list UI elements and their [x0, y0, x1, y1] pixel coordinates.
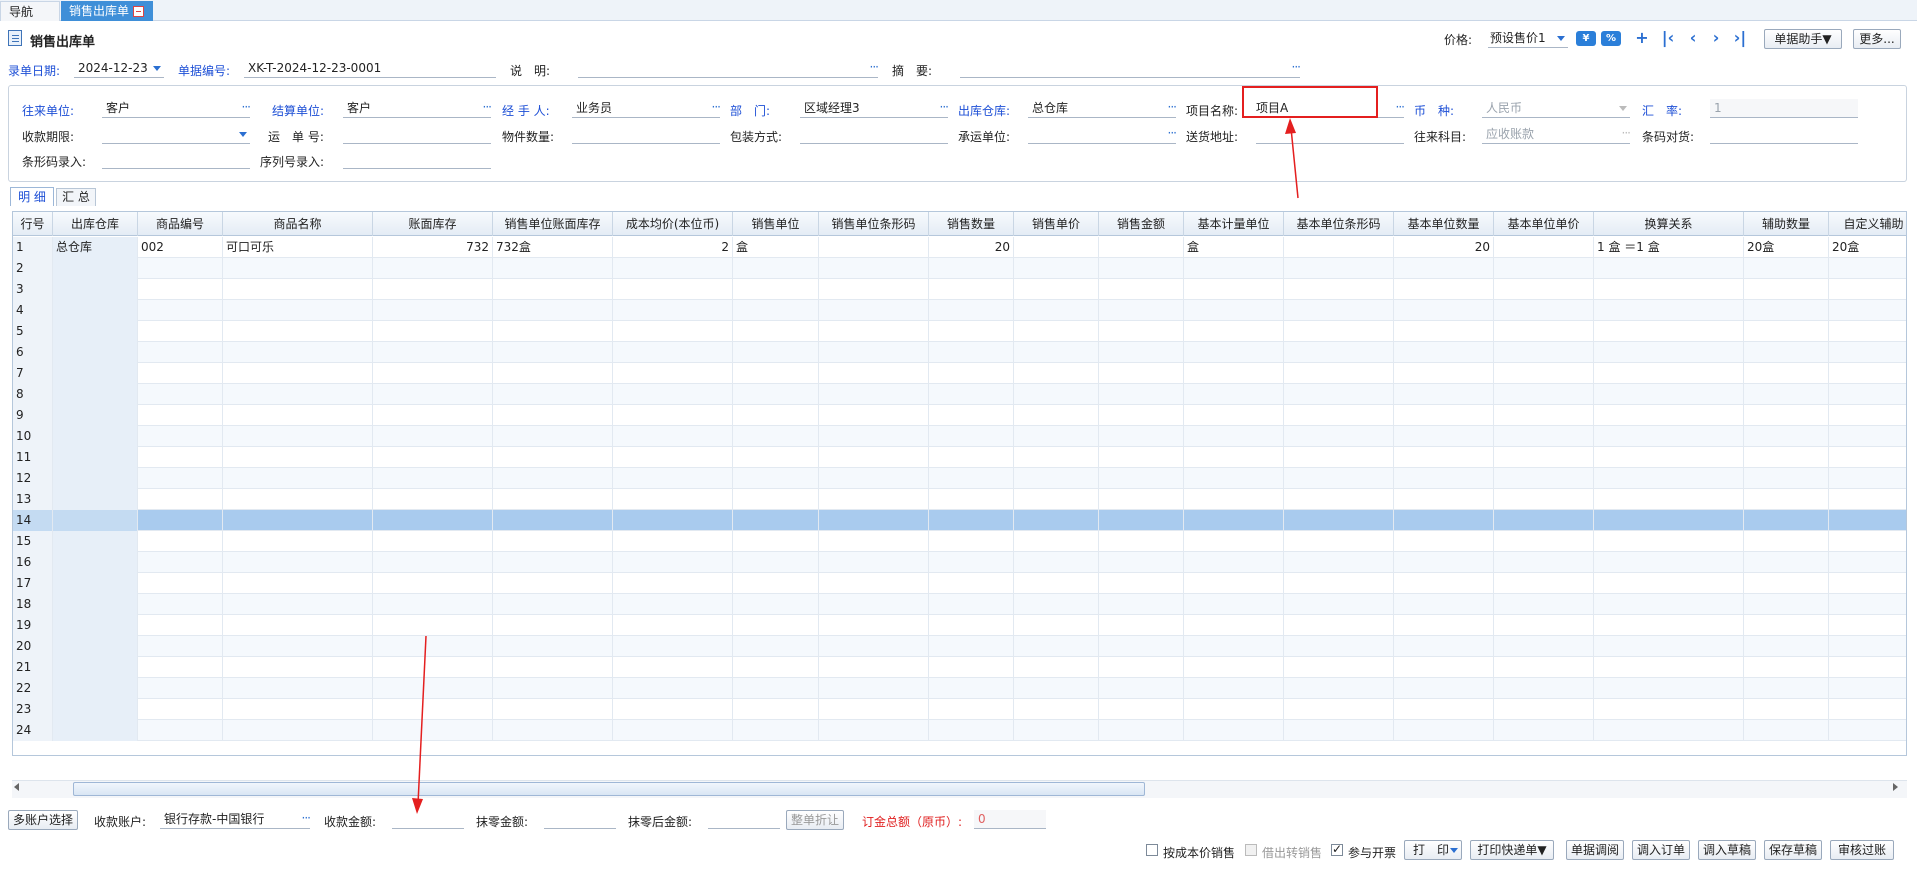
arrow-to-project-head	[1285, 118, 1296, 134]
arrow-to-amount-line	[417, 635, 427, 805]
arrow-to-project-line	[1290, 127, 1299, 199]
annotation-arrows	[412, 118, 1299, 814]
arrow-to-amount-head	[412, 798, 423, 814]
